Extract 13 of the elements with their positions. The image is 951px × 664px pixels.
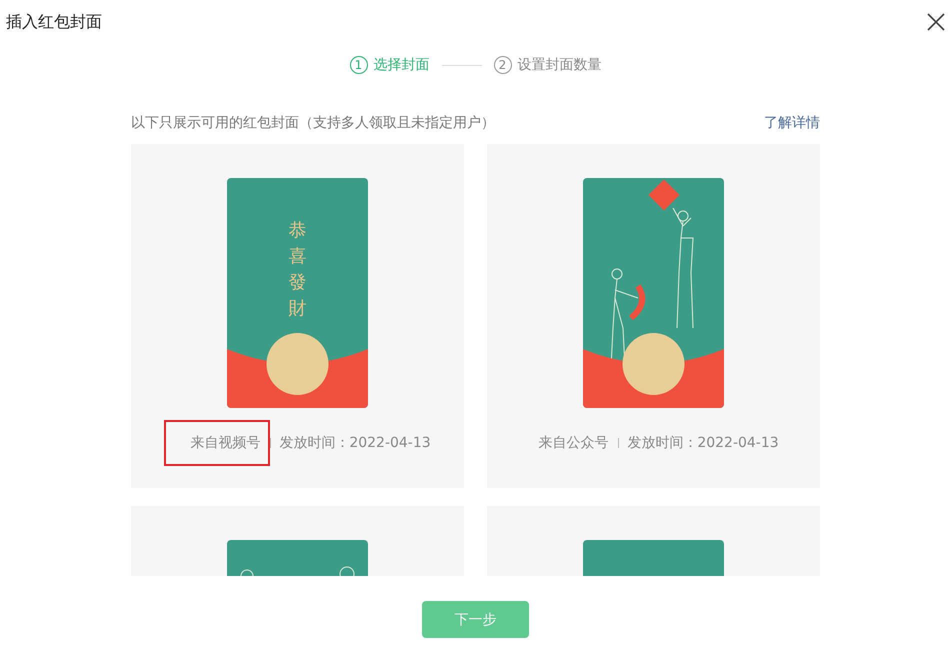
step-tab[interactable]: 2 设置封面数量 [494, 56, 602, 74]
source-label: 来自视频号 [164, 420, 270, 466]
learn-more-link[interactable]: 了解详情 [764, 114, 820, 132]
cover-card[interactable]: 来自公众号 发放时间：2022-04-13 [487, 144, 820, 488]
release-date: 发放时间：2022-04-13 [627, 434, 779, 452]
release-date: 发放时间：2022-04-13 [279, 434, 431, 452]
cover-card[interactable]: 恭喜發財 来自视频号 发放时间：2022-04-13 [131, 144, 464, 488]
dialog-title: 插入红包封面 [6, 12, 102, 32]
notice-text: 以下只展示可用的红包封面（支持多人领取且未指定用户） [131, 114, 495, 132]
close-icon[interactable] [927, 13, 945, 31]
source-label: 来自公众号 [537, 434, 610, 453]
greeting-text: 恭喜發財 [288, 220, 306, 319]
step-tab[interactable]: 1 选择封面 [350, 56, 430, 74]
